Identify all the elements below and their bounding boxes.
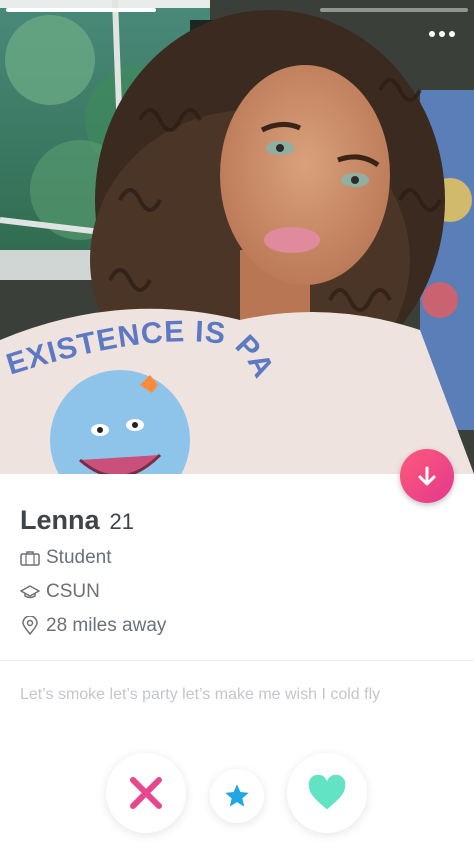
super-like-button[interactable] <box>210 769 264 823</box>
profile-bio: Let’s smoke let’s party let’s make me wi… <box>20 686 381 703</box>
school-row: CSUN <box>20 580 460 604</box>
shirt-print: EXISTENCE IS PA <box>3 315 281 384</box>
arrow-down-icon <box>418 466 436 486</box>
profile-photo[interactable]: EXISTENCE IS PA <box>0 0 474 474</box>
shirt-print-text: EXISTENCE IS PA <box>3 315 280 384</box>
name-row: Lenna 21 <box>20 505 460 536</box>
profile-details: Lenna 21 Student CSUN 28 miles away <box>20 505 460 638</box>
heart-icon <box>308 775 346 810</box>
photo-progress-next <box>320 8 468 12</box>
profile-name: Lenna <box>20 505 100 535</box>
more-options-button[interactable] <box>420 20 464 48</box>
like-button[interactable] <box>287 753 367 833</box>
section-divider <box>0 660 474 661</box>
distance-label: 28 miles away <box>46 615 167 636</box>
location-pin-icon <box>22 616 38 636</box>
job-row: Student <box>20 546 460 570</box>
graduation-cap-icon <box>20 585 40 599</box>
photo-progress-current <box>6 8 156 12</box>
action-bar <box>0 748 474 838</box>
more-dots-icon <box>429 31 435 37</box>
svg-text:EXISTENCE IS PA: EXISTENCE IS PA <box>3 315 281 384</box>
profile-age: 21 <box>109 509 134 534</box>
school-label: CSUN <box>46 581 100 602</box>
star-icon <box>225 784 249 807</box>
open-profile-button[interactable] <box>400 449 454 503</box>
x-icon <box>130 777 162 809</box>
distance-row: 28 miles away <box>20 614 460 638</box>
briefcase-icon <box>20 551 40 566</box>
job-label: Student <box>46 547 112 568</box>
nope-button[interactable] <box>106 753 186 833</box>
